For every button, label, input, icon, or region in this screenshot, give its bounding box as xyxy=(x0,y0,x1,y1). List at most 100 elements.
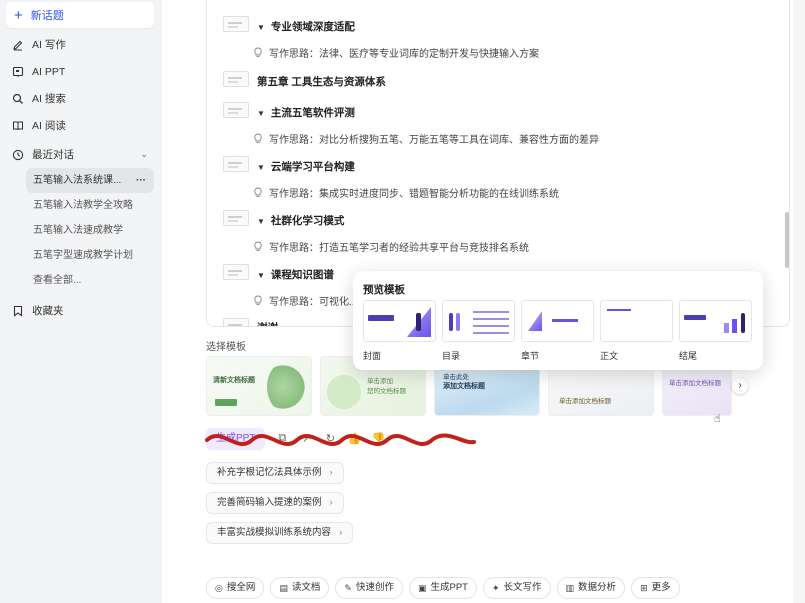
template-title: 单击添加文档标题 xyxy=(559,398,611,405)
recent-item-label: 五笔输入法教学全攻略 xyxy=(33,200,133,211)
preview-label: 封面 xyxy=(363,351,382,361)
recent-item-label: 五笔字型速成教学计划 xyxy=(33,250,133,261)
template-preview-popover: 预览模板 封面 目录 章节 正文 结尾 xyxy=(353,271,763,370)
bottom-toolbar: ◎ 搜全网 ▤ 读文档 ✎ 快速创作 ▣ 生成PPT ✦ 长文写作 ▥ 数据分析 ⊞ 更多 xyxy=(206,577,680,599)
share-icon[interactable]: ↗ xyxy=(299,432,313,446)
sidebar-item-label: AI 写作 xyxy=(32,39,66,51)
template-title: 清新文档标题 xyxy=(213,377,255,384)
preview-label: 目录 xyxy=(442,351,461,361)
window-edge xyxy=(793,0,805,603)
slide-thumbnail xyxy=(223,210,249,226)
preview-toc[interactable] xyxy=(442,300,515,342)
leaf-graphic xyxy=(327,375,361,409)
chapter-graphic xyxy=(528,311,542,331)
tool-generate-ppt[interactable]: ▣ 生成PPT xyxy=(408,577,477,599)
copy-icon[interactable]: ⧉ xyxy=(275,432,289,446)
sidebar-item-favorites[interactable]: 收藏夹 xyxy=(6,297,154,324)
tool-read-doc[interactable]: ▤ 读文档 xyxy=(270,577,330,599)
sidebar-item-label: AI 阅读 xyxy=(32,120,66,132)
more-icon[interactable]: ··· xyxy=(136,168,146,193)
cover-title-bar xyxy=(368,315,394,321)
tool-quick-create[interactable]: ✎ 快速创作 xyxy=(335,577,403,599)
lightbulb-icon xyxy=(254,47,262,57)
slide-thumbnail xyxy=(223,16,249,32)
template-card[interactable]: 清新文档标题 xyxy=(206,356,312,416)
like-icon[interactable]: 👍 xyxy=(347,432,362,446)
main-area: ▼ 专业领域深度适配 写作思路：法律、医疗等专业词库的定制开发与快捷输入方案 第五… xyxy=(162,0,805,603)
generate-ppt-button[interactable]: 生成PPT xyxy=(206,428,266,450)
bar-graphic xyxy=(724,323,729,333)
preview-title: 预览模板 xyxy=(363,284,405,296)
view-all-link[interactable]: 查看全部... xyxy=(6,268,154,293)
tool-more[interactable]: ⊞ 更多 xyxy=(631,577,680,599)
toc-line xyxy=(473,332,509,334)
recent-item-label: 五笔输入法系统课... xyxy=(33,175,122,186)
longtext-icon: ✦ xyxy=(491,583,500,593)
toc-line xyxy=(473,311,509,313)
sidebar-item-label: AI PPT xyxy=(32,65,66,78)
sidebar-item-ai-reading[interactable]: AI 阅读 xyxy=(6,112,154,139)
caret-down-icon[interactable]: ▼ xyxy=(257,109,265,118)
recent-item[interactable]: 五笔输入法速成教学 xyxy=(6,218,154,243)
preview-body[interactable] xyxy=(600,300,673,342)
section-title: ▼ 主流五笔软件评测 xyxy=(257,107,355,119)
dislike-icon[interactable]: 👎 xyxy=(371,432,386,446)
sidebar-item-ai-search[interactable]: AI 搜索 xyxy=(6,85,154,112)
chapter-title-bar xyxy=(552,319,578,322)
caret-down-icon[interactable]: ▼ xyxy=(257,163,265,172)
chapter-title: 第五章 工具生态与资源体系 xyxy=(257,76,386,88)
recent-conversations-toggle[interactable]: 最近对话 ⌄ xyxy=(6,141,154,168)
writing-idea: 写作思路：打造五笔学习者的经验共享平台与竞技排名系统 xyxy=(253,239,529,254)
globe-icon: ◎ xyxy=(215,583,223,593)
suggestion-chip[interactable]: 完善简码输入提速的案例 › xyxy=(206,492,344,514)
doc-icon: ▤ xyxy=(279,583,288,593)
slide-thumbnail xyxy=(223,71,249,87)
plus-icon: + xyxy=(14,6,23,24)
caret-down-icon[interactable]: ▼ xyxy=(257,23,265,32)
caret-down-icon[interactable]: ▼ xyxy=(257,217,265,226)
refresh-icon[interactable]: ↻ xyxy=(323,432,337,446)
ending-title-bar xyxy=(684,315,706,320)
preview-label: 正文 xyxy=(600,351,619,361)
bookmark-icon xyxy=(13,305,23,317)
template-subtitle: 添加文档标题 xyxy=(443,383,485,390)
tool-long-writing[interactable]: ✦ 长文写作 xyxy=(482,577,551,599)
writing-idea: 写作思路：对比分析搜狗五笔、万能五笔等工具在词库、兼容性方面的差异 xyxy=(253,131,599,146)
slide-thumbnail xyxy=(223,264,249,280)
recent-item[interactable]: 五笔输入法系统课... ··· xyxy=(26,168,154,193)
section-title: ▼ 专业领域深度适配 xyxy=(257,21,355,33)
sidebar-item-ai-ppt[interactable]: AI PPT xyxy=(6,58,154,85)
bar-graphic xyxy=(732,319,737,333)
scrollbar-thumb[interactable] xyxy=(785,212,789,268)
preview-ending[interactable] xyxy=(679,300,752,342)
sidebar-item-label: AI 搜索 xyxy=(32,93,66,105)
search-icon xyxy=(12,93,23,104)
tool-data-analysis[interactable]: ▥ 数据分析 xyxy=(556,577,626,599)
action-row: 生成PPT ⧉ ↗ ↻ 👍 👎 xyxy=(206,428,385,450)
grid-icon: ⊞ xyxy=(640,583,648,593)
suggestion-chip[interactable]: 补充字根记忆法具体示例 › xyxy=(206,462,344,484)
suggestion-chip[interactable]: 丰富实战模拟训练系统内容 › xyxy=(206,522,354,544)
preview-label: 章节 xyxy=(521,351,540,361)
caret-down-icon[interactable]: ▼ xyxy=(257,271,265,280)
pen-icon xyxy=(13,40,23,50)
template-title: 单击添加文档标题 xyxy=(669,380,721,387)
template-badge xyxy=(215,399,237,406)
ppt-icon xyxy=(12,66,24,77)
preview-chapter[interactable] xyxy=(521,300,594,342)
person-figure xyxy=(416,313,421,331)
new-topic-button[interactable]: + 新话题 xyxy=(6,2,154,28)
chevron-down-icon: ⌄ xyxy=(140,149,148,159)
closing-title: 谢谢 xyxy=(257,320,278,326)
toc-line xyxy=(473,318,509,320)
recent-item[interactable]: 五笔字型速成教学计划 xyxy=(6,243,154,268)
preview-cover[interactable] xyxy=(363,300,436,342)
preview-label: 结尾 xyxy=(679,351,698,361)
chevron-right-icon: › xyxy=(339,527,343,538)
next-template-button[interactable]: › xyxy=(732,378,748,394)
tool-search-web[interactable]: ◎ 搜全网 xyxy=(206,577,265,599)
recent-item[interactable]: 五笔输入法教学全攻略 xyxy=(6,193,154,218)
sidebar-item-ai-writing[interactable]: AI 写作 xyxy=(6,31,154,58)
sidebar: + 新话题 AI 写作 AI PPT AI 搜索 AI 阅读 最近对话 ⌄ 五笔… xyxy=(0,0,162,603)
section-title: ▼ 云端学习平台构建 xyxy=(257,161,355,173)
